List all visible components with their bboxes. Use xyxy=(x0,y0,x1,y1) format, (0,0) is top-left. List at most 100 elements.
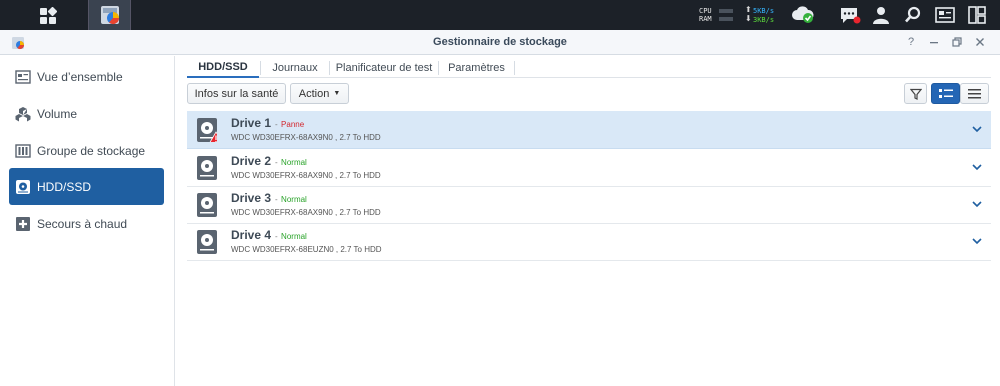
hdd-icon xyxy=(197,193,217,217)
main-menu-button[interactable] xyxy=(30,3,66,28)
list-view-button[interactable] xyxy=(960,83,989,104)
upload-speed: 5KB/s xyxy=(753,7,775,15)
drive-name: Drive 1 xyxy=(231,116,272,130)
overview-icon xyxy=(15,69,31,85)
help-button[interactable]: ? xyxy=(904,35,918,49)
filter-button[interactable] xyxy=(904,83,927,104)
download-arrow-icon: ⬇ xyxy=(745,14,752,23)
drive-name: Drive 3 xyxy=(231,191,272,205)
cpu-bar xyxy=(719,9,733,13)
drive-description: WDC WD30EFRX-68AX9N0 , 2.7 To HDD xyxy=(231,208,381,217)
tab-bar: HDD/SSD Journaux Planificateur de test P… xyxy=(187,54,991,78)
health-info-button[interactable]: Infos sur la santé xyxy=(187,83,286,104)
sidebar-item-label: Vue d’ensemble xyxy=(37,69,123,84)
expand-chevron-icon[interactable] xyxy=(971,161,983,173)
hdd-icon xyxy=(15,179,31,195)
sidebar-item-hot-spare[interactable]: Secours à chaud xyxy=(9,205,164,242)
drive-description: WDC WD30EFRX-68AX9N0 , 2.7 To HDD xyxy=(231,133,381,142)
volume-icon xyxy=(15,106,31,122)
window-title: Gestionnaire de stockage xyxy=(433,36,567,48)
tab-test-scheduler[interactable]: Planificateur de test xyxy=(330,58,438,78)
user-icon xyxy=(873,7,889,24)
minimize-button[interactable] xyxy=(927,35,941,49)
drive-title: Drive 2- Normal xyxy=(231,154,307,168)
expand-chevron-icon[interactable] xyxy=(971,235,983,247)
drive-row-3[interactable]: Drive 3- Normal WDC WD30EFRX-68AX9N0 , 2… xyxy=(187,186,991,224)
close-button[interactable] xyxy=(973,35,987,49)
restore-button[interactable] xyxy=(950,35,964,49)
sidebar-item-storage-pool[interactable]: Groupe de stockage xyxy=(9,132,164,169)
drive-description: WDC WD30EFRX-68AX9N0 , 2.7 To HDD xyxy=(231,171,381,180)
resource-monitor-widget[interactable]: CPU RAM ⬆ 5KB/s ⬇ 3KB/s xyxy=(699,5,783,25)
drive-status-separator: - xyxy=(275,120,278,129)
detail-list-icon xyxy=(938,88,953,98)
detail-view-button[interactable] xyxy=(931,83,960,104)
tab-settings[interactable]: Paramètres xyxy=(439,58,514,78)
drive-title: Drive 1- Panne xyxy=(231,116,304,130)
tab-hdd-ssd[interactable]: HDD/SSD xyxy=(187,58,259,78)
help-icon: ? xyxy=(907,36,915,48)
drive-status: Normal xyxy=(281,232,307,241)
drive-status: Normal xyxy=(281,158,307,167)
drive-title: Drive 3- Normal xyxy=(231,191,307,205)
drive-row-1[interactable]: Drive 1- Panne WDC WD30EFRX-68AX9N0 , 2.… xyxy=(187,111,991,149)
sidebar: Vue d’ensemble Volume Groupe de stockage… xyxy=(0,56,175,386)
drive-status-separator: - xyxy=(275,195,278,204)
drive-title: Drive 4- Normal xyxy=(231,228,307,242)
drive-description: WDC WD30EFRX-68EUZN0 , 2.7 To HDD xyxy=(231,245,382,254)
chat-bubble-icon xyxy=(841,8,861,24)
drive-row-4[interactable]: Drive 4- Normal WDC WD30EFRX-68EUZN0 , 2… xyxy=(187,223,991,261)
cpu-label: CPU xyxy=(699,7,712,15)
notifications-button[interactable] xyxy=(835,0,865,30)
ram-bar xyxy=(719,17,733,21)
upload-arrow-icon: ⬆ xyxy=(745,5,752,14)
restore-icon xyxy=(952,37,962,47)
hdd-icon xyxy=(197,156,217,180)
sidebar-item-label: Groupe de stockage xyxy=(37,143,146,158)
drive-status: Normal xyxy=(281,195,307,204)
cloud-sync-button[interactable] xyxy=(788,0,818,30)
minimize-icon xyxy=(930,42,938,44)
hdd-warning-icon xyxy=(197,118,217,142)
storage-manager-taskbar-button[interactable] xyxy=(88,0,131,30)
filter-icon xyxy=(909,88,922,100)
drive-row-2[interactable]: Drive 2- Normal WDC WD30EFRX-68AX9N0 , 2… xyxy=(187,149,991,187)
list-icon xyxy=(968,88,981,98)
drive-name: Drive 4 xyxy=(231,228,272,242)
tab-logs[interactable]: Journaux xyxy=(261,58,329,78)
sidebar-item-label: Secours à chaud xyxy=(37,216,128,231)
drive-name: Drive 2 xyxy=(231,154,272,168)
sidebar-item-hdd-ssd[interactable]: HDD/SSD xyxy=(9,168,164,205)
action-label: Action xyxy=(298,87,330,100)
search-icon xyxy=(905,6,921,23)
desktop-layout-button[interactable] xyxy=(962,0,992,30)
drive-status-separator: - xyxy=(275,158,278,167)
storage-manager-app-icon xyxy=(100,6,119,25)
sidebar-item-overview[interactable]: Vue d’ensemble xyxy=(9,58,164,95)
caret-down-icon: ▼ xyxy=(333,90,341,97)
main-menu-icon xyxy=(40,6,57,24)
tab-divider xyxy=(514,61,515,75)
sidebar-item-label: Volume xyxy=(37,106,78,121)
sidebar-item-volume[interactable]: Volume xyxy=(9,95,164,132)
download-speed: 3KB/s xyxy=(753,16,775,24)
drive-status: Panne xyxy=(281,120,305,129)
drive-status-separator: - xyxy=(275,232,278,241)
cloud-check-icon xyxy=(792,6,814,23)
storage-pool-icon xyxy=(15,143,31,159)
hot-spare-icon xyxy=(15,216,31,232)
layout-grid-icon xyxy=(968,6,986,24)
action-dropdown-button[interactable]: Action ▼ xyxy=(290,83,349,104)
taskbar: CPU RAM ⬆ 5KB/s ⬇ 3KB/s xyxy=(0,0,1000,30)
window-titlebar[interactable]: Gestionnaire de stockage ? xyxy=(0,30,1000,55)
search-button[interactable] xyxy=(898,0,928,30)
ram-label: RAM xyxy=(699,15,712,23)
sidebar-item-label: HDD/SSD xyxy=(37,179,92,194)
widgets-button[interactable] xyxy=(930,0,960,30)
widget-card-icon xyxy=(935,7,955,23)
hdd-icon xyxy=(197,230,217,254)
user-button[interactable] xyxy=(866,0,896,30)
expand-chevron-icon[interactable] xyxy=(971,123,983,135)
close-icon xyxy=(976,38,984,46)
expand-chevron-icon[interactable] xyxy=(971,198,983,210)
